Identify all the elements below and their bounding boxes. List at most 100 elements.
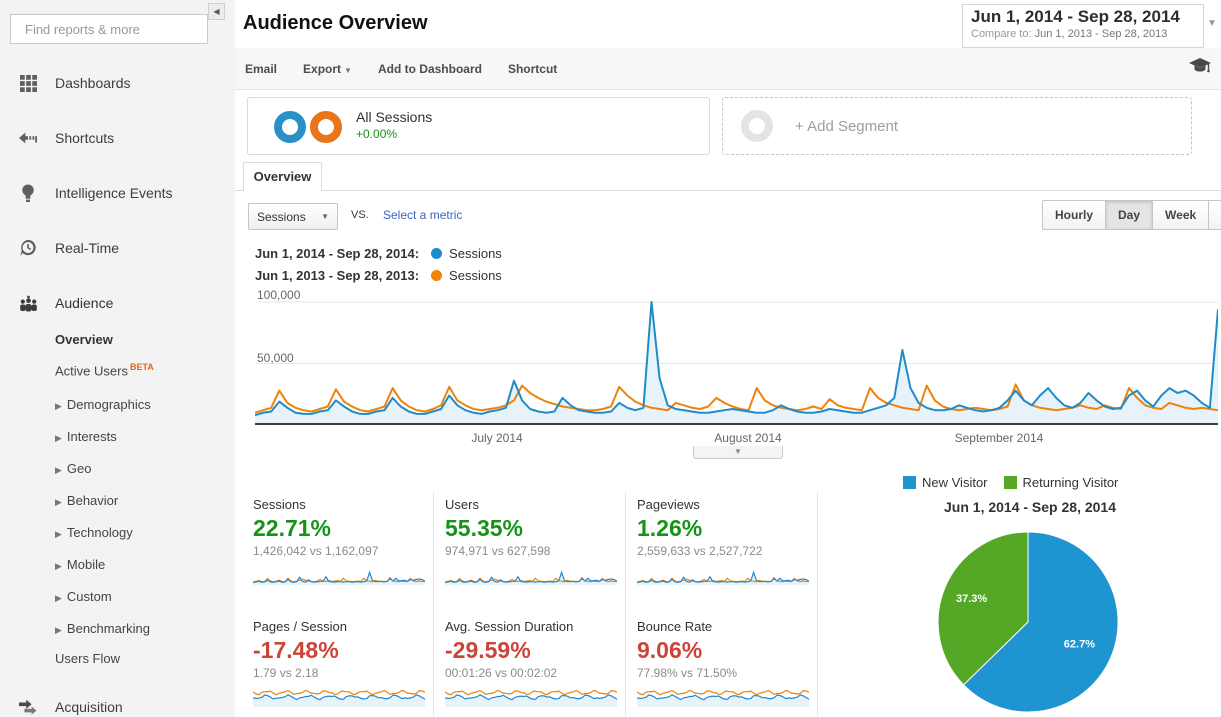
sidebar-item-geo[interactable]: ▶Geo xyxy=(55,461,92,476)
card-divider xyxy=(625,492,626,716)
sidebar-item-label: Intelligence Events xyxy=(55,185,173,201)
legend-dot-blue-icon xyxy=(431,248,442,259)
sidebar-item-label: Dashboards xyxy=(55,75,131,91)
sidebar-item-interests[interactable]: ▶Interests xyxy=(55,429,117,444)
sparkline xyxy=(445,684,617,708)
legend-dot-orange-icon xyxy=(431,270,442,281)
sessions-over-time-chart xyxy=(255,292,1218,429)
expand-arrow-icon: ▶ xyxy=(55,593,62,603)
sidebar-item-custom[interactable]: ▶Custom xyxy=(55,589,112,604)
expand-arrow-icon: ▶ xyxy=(55,465,62,475)
sidebar-item-label: Shortcuts xyxy=(55,130,114,146)
shortcuts-arrow-icon xyxy=(18,128,38,148)
add-segment-label: + Add Segment xyxy=(795,118,898,135)
metric-card-users: Users 55.35% 974,971 vs 627,598 xyxy=(445,497,621,593)
y-axis-tick-50000: 50,000 xyxy=(257,351,294,365)
all-sessions-segment[interactable]: All Sessions +0.00% xyxy=(247,97,710,155)
sidebar-item-label: Acquisition xyxy=(55,699,123,715)
tab-overview[interactable]: Overview xyxy=(243,162,322,191)
svg-text:62.7%: 62.7% xyxy=(1064,639,1095,651)
collapse-arrow-icon: ◀ xyxy=(213,7,219,16)
sparkline xyxy=(637,562,809,586)
legend-date-2014: Jun 1, 2014 - Sep 28, 2014: xyxy=(255,246,419,261)
sidebar-item-dashboards[interactable]: Dashboards xyxy=(0,70,235,96)
chevron-down-icon: ▼ xyxy=(344,66,352,75)
legend-row-2013: Jun 1, 2013 - Sep 28, 2013: Sessions xyxy=(255,268,502,283)
legend-square-green-icon xyxy=(1004,476,1017,489)
sidebar-item-audience[interactable]: Audience xyxy=(0,290,235,316)
legend-series-2014: Sessions xyxy=(449,246,502,261)
add-segment-button[interactable]: + Add Segment xyxy=(722,97,1192,155)
chevron-down-icon: ▼ xyxy=(321,212,329,221)
page-title: Audience Overview xyxy=(243,12,428,35)
sidebar-item-technology[interactable]: ▶Technology xyxy=(55,525,133,540)
sidebar-item-mobile[interactable]: ▶Mobile xyxy=(55,557,105,572)
vs-label: vs. xyxy=(351,209,369,221)
sidebar-item-overview[interactable]: Overview xyxy=(55,332,113,347)
svg-text:37.3%: 37.3% xyxy=(956,593,987,605)
granularity-week-button[interactable]: Week xyxy=(1152,200,1209,230)
sidebar-item-real-time[interactable]: Real-Time xyxy=(0,235,235,261)
sidebar-item-label: Real-Time xyxy=(55,240,119,256)
granularity-month-button[interactable]: Month xyxy=(1208,200,1221,230)
report-toolbar: Email Export▼ Add to Dashboard Shortcut xyxy=(235,48,1221,90)
collapse-sidebar-button[interactable]: ◀ xyxy=(208,3,225,20)
sidebar-item-label: Audience xyxy=(55,295,113,311)
chevron-down-icon: ▼ xyxy=(734,447,742,456)
y-axis-tick-100000: 100,000 xyxy=(257,288,300,302)
segment-label: All Sessions xyxy=(356,109,432,125)
compare-range-text: Compare to: Jun 1, 2013 - Sep 28, 2013 xyxy=(971,28,1195,40)
pie-legend: New Visitor Returning Visitor xyxy=(903,475,1134,490)
metric-card-bounce-rate: Bounce Rate 9.06% 77.98% vs 71.50% xyxy=(637,619,813,715)
sidebar-item-demographics[interactable]: ▶Demographics xyxy=(55,397,151,412)
beta-badge: BETA xyxy=(130,362,154,372)
sidebar-item-benchmarking[interactable]: ▶Benchmarking xyxy=(55,621,150,636)
granularity-hourly-button[interactable]: Hourly xyxy=(1042,200,1106,230)
main-content: Audience Overview Jun 1, 2014 - Sep 28, … xyxy=(235,0,1221,717)
shortcut-button[interactable]: Shortcut xyxy=(508,62,557,76)
chevron-down-icon[interactable]: ▼ xyxy=(1207,18,1217,29)
sparkline xyxy=(637,684,809,708)
legend-series-2013: Sessions xyxy=(449,268,502,283)
sidebar: Dashboards Shortcuts Intelligence Events… xyxy=(0,0,235,717)
sidebar-item-users-flow[interactable]: Users Flow xyxy=(55,651,120,666)
sidebar-item-shortcuts[interactable]: Shortcuts xyxy=(0,125,235,151)
tab-bar-divider xyxy=(235,190,1221,191)
metric-select-value: Sessions xyxy=(257,210,306,224)
select-a-metric-link[interactable]: Select a metric xyxy=(383,208,462,222)
x-axis-label-july: July 2014 xyxy=(437,431,557,445)
add-to-dashboard-button[interactable]: Add to Dashboard xyxy=(378,62,482,76)
sidebar-item-intelligence-events[interactable]: Intelligence Events xyxy=(0,180,235,206)
legend-date-2013: Jun 1, 2013 - Sep 28, 2013: xyxy=(255,268,419,283)
granularity-day-button[interactable]: Day xyxy=(1105,200,1153,230)
chart-drawer-toggle[interactable]: ▼ xyxy=(693,446,783,459)
expand-arrow-icon: ▶ xyxy=(55,401,62,411)
metric-card-pageviews: Pageviews 1.26% 2,559,633 vs 2,527,722 xyxy=(637,497,813,593)
education-cap-icon[interactable] xyxy=(1189,58,1211,79)
sparkline xyxy=(253,562,425,586)
x-axis-label-august: August 2014 xyxy=(688,431,808,445)
date-range-text: Jun 1, 2014 - Sep 28, 2014 xyxy=(971,7,1195,27)
sidebar-item-acquisition[interactable]: Acquisition xyxy=(0,694,235,717)
metric-select[interactable]: Sessions ▼ xyxy=(248,203,338,230)
date-range-selector[interactable]: Jun 1, 2014 - Sep 28, 2014 Compare to: J… xyxy=(962,4,1204,48)
expand-arrow-icon: ▶ xyxy=(55,561,62,571)
email-button[interactable]: Email xyxy=(245,62,277,76)
sparkline xyxy=(445,562,617,586)
pie-title: Jun 1, 2014 - Sep 28, 2014 xyxy=(900,499,1160,515)
segment-donut-orange-icon xyxy=(310,111,342,143)
legend-row-2014: Jun 1, 2014 - Sep 28, 2014: Sessions xyxy=(255,246,502,261)
search-box[interactable] xyxy=(10,14,208,44)
legend-square-blue-icon xyxy=(903,476,916,489)
metric-card-pages-per-session: Pages / Session -17.48% 1.79 vs 2.18 xyxy=(253,619,429,715)
realtime-clock-icon xyxy=(18,238,38,258)
expand-arrow-icon: ▶ xyxy=(55,497,62,507)
acquisition-arrows-icon xyxy=(18,697,38,717)
sidebar-item-behavior[interactable]: ▶Behavior xyxy=(55,493,118,508)
segment-ring-icon xyxy=(741,110,773,142)
export-button[interactable]: Export▼ xyxy=(303,62,352,76)
card-divider xyxy=(817,492,818,716)
card-divider xyxy=(433,492,434,716)
sidebar-item-active-users[interactable]: Active UsersBETA xyxy=(55,362,154,378)
search-input[interactable] xyxy=(25,22,201,37)
